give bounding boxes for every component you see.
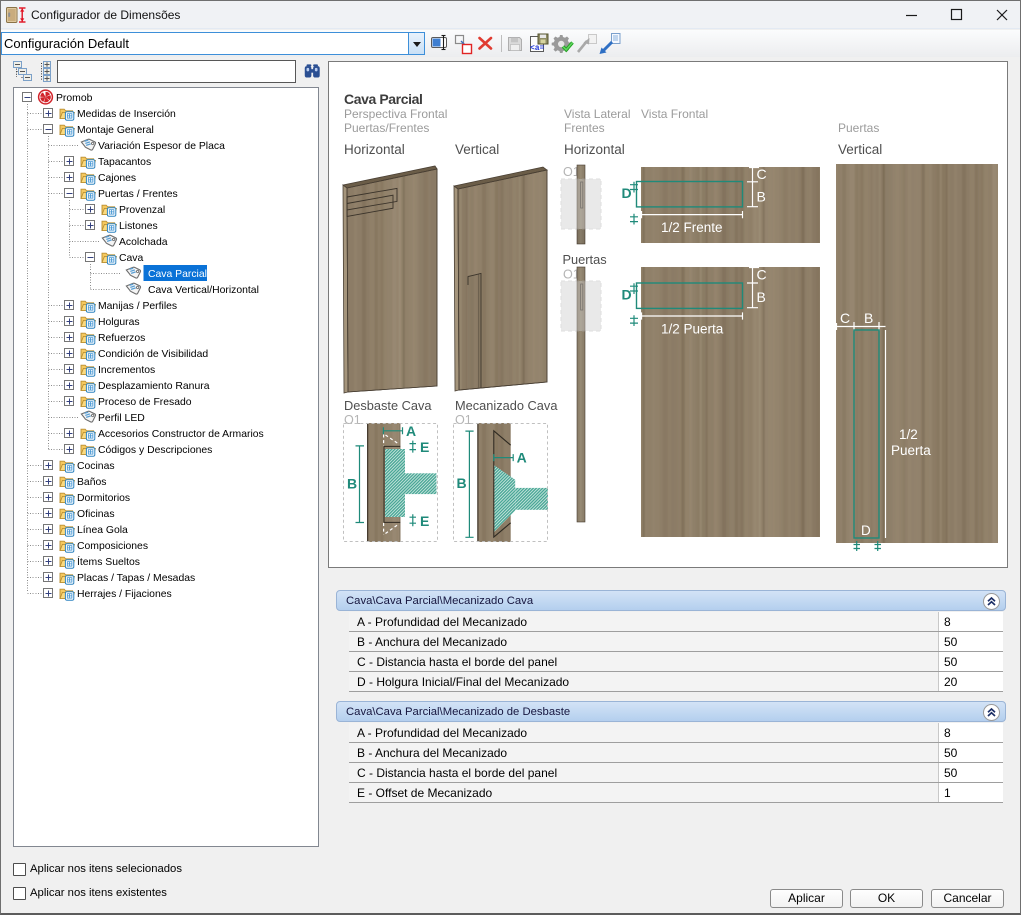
svg-text:Puertas: Puertas (563, 252, 607, 267)
svg-text:Horizontal: Horizontal (344, 142, 405, 157)
svg-text:Puertas: Puertas (838, 121, 879, 135)
svg-text:Promob: Promob (56, 93, 93, 104)
svg-text:Accesorios Constructor de Arma: Accesorios Constructor de Armarios (98, 429, 264, 440)
svg-text:<a=: <a= (530, 44, 545, 53)
svg-text:Proceso de Fresado: Proceso de Fresado (98, 397, 192, 408)
svg-text:Horizontal: Horizontal (564, 142, 625, 157)
svg-text:Vertical: Vertical (838, 142, 882, 157)
svg-text:B: B (457, 475, 467, 491)
svg-text:Oficinas: Oficinas (77, 509, 115, 520)
svg-text:Cava Parcial: Cava Parcial (148, 269, 207, 280)
svg-text:Puertas / Frentes: Puertas / Frentes (98, 189, 178, 200)
svg-text:Montaje General: Montaje General (77, 125, 154, 136)
svg-text:Vista Lateral: Vista Lateral (564, 107, 631, 121)
svg-text:E: E (420, 439, 429, 455)
svg-text:Variación Espesor de Placa: Variación Espesor de Placa (98, 141, 225, 152)
svg-text:B: B (757, 289, 766, 305)
svg-text:Línea Gola: Línea Gola (77, 525, 128, 536)
svg-text:D: D (622, 185, 632, 201)
svg-text:Vista Frontal: Vista Frontal (641, 107, 708, 121)
svg-text:C: C (757, 267, 767, 283)
svg-text:Desbaste Cava: Desbaste Cava (344, 398, 432, 413)
svg-text:Incrementos: Incrementos (98, 365, 155, 376)
svg-text:O1: O1 (455, 413, 472, 427)
svg-text:Herrajes / Fijaciones: Herrajes / Fijaciones (77, 589, 172, 600)
svg-text:Provenzal: Provenzal (119, 205, 165, 216)
svg-text:D: D (861, 523, 871, 538)
svg-text:D: D (622, 287, 632, 303)
svg-text:Medidas de Inserción: Medidas de Inserción (77, 109, 176, 120)
svg-text:B: B (347, 476, 357, 492)
svg-text:Códigos y Descripciones: Códigos y Descripciones (98, 445, 212, 456)
svg-text:C: C (840, 310, 850, 326)
svg-text:Cocinas: Cocinas (77, 461, 115, 472)
svg-text:B: B (757, 189, 766, 205)
svg-text:Vertical: Vertical (455, 142, 499, 157)
svg-text:Composiciones: Composiciones (77, 541, 148, 552)
svg-text:Baños: Baños (77, 477, 106, 488)
svg-text:C: C (757, 166, 767, 182)
svg-text:Holguras: Holguras (98, 317, 140, 328)
svg-text:Cajones: Cajones (98, 173, 136, 184)
svg-text:Perfil LED: Perfil LED (98, 413, 145, 424)
svg-text:E: E (420, 513, 429, 529)
svg-text:A: A (406, 423, 416, 439)
svg-text:Condición de Visibilidad: Condición de Visibilidad (98, 349, 208, 360)
svg-text:Dormitorios: Dormitorios (77, 493, 130, 504)
svg-text:Perspectiva Frontal: Perspectiva Frontal (344, 107, 447, 121)
svg-text:1/2: 1/2 (899, 427, 918, 442)
svg-text:Puertas/Frentes: Puertas/Frentes (344, 121, 429, 135)
svg-text:Listones: Listones (119, 221, 158, 232)
svg-text:Frentes: Frentes (564, 121, 605, 135)
svg-text:Ítems Sueltos: Ítems Sueltos (77, 555, 140, 568)
svg-text:Cava: Cava (119, 253, 143, 264)
svg-text:1/2 Puerta: 1/2 Puerta (661, 322, 724, 337)
svg-text:Manijas / Perfiles: Manijas / Perfiles (98, 301, 177, 312)
svg-text:1/2 Frente: 1/2 Frente (661, 220, 723, 235)
svg-text:B: B (864, 310, 873, 326)
svg-text:Puerta: Puerta (891, 443, 931, 458)
svg-text:Placas / Tapas / Mesadas: Placas / Tapas / Mesadas (77, 573, 195, 584)
svg-text:Refuerzos: Refuerzos (98, 333, 145, 344)
svg-text:Cava Vertical/Horizontal: Cava Vertical/Horizontal (148, 285, 259, 296)
svg-text:Acolchada: Acolchada (119, 237, 168, 248)
svg-text:Tapacantos: Tapacantos (98, 157, 151, 168)
svg-text:Mecanizado Cava: Mecanizado Cava (455, 398, 558, 413)
svg-text:Cava Parcial: Cava Parcial (344, 91, 422, 107)
svg-text:Desplazamiento Ranura: Desplazamiento Ranura (98, 381, 210, 392)
svg-text:A: A (517, 450, 527, 466)
svg-text:O1: O1 (344, 413, 361, 427)
